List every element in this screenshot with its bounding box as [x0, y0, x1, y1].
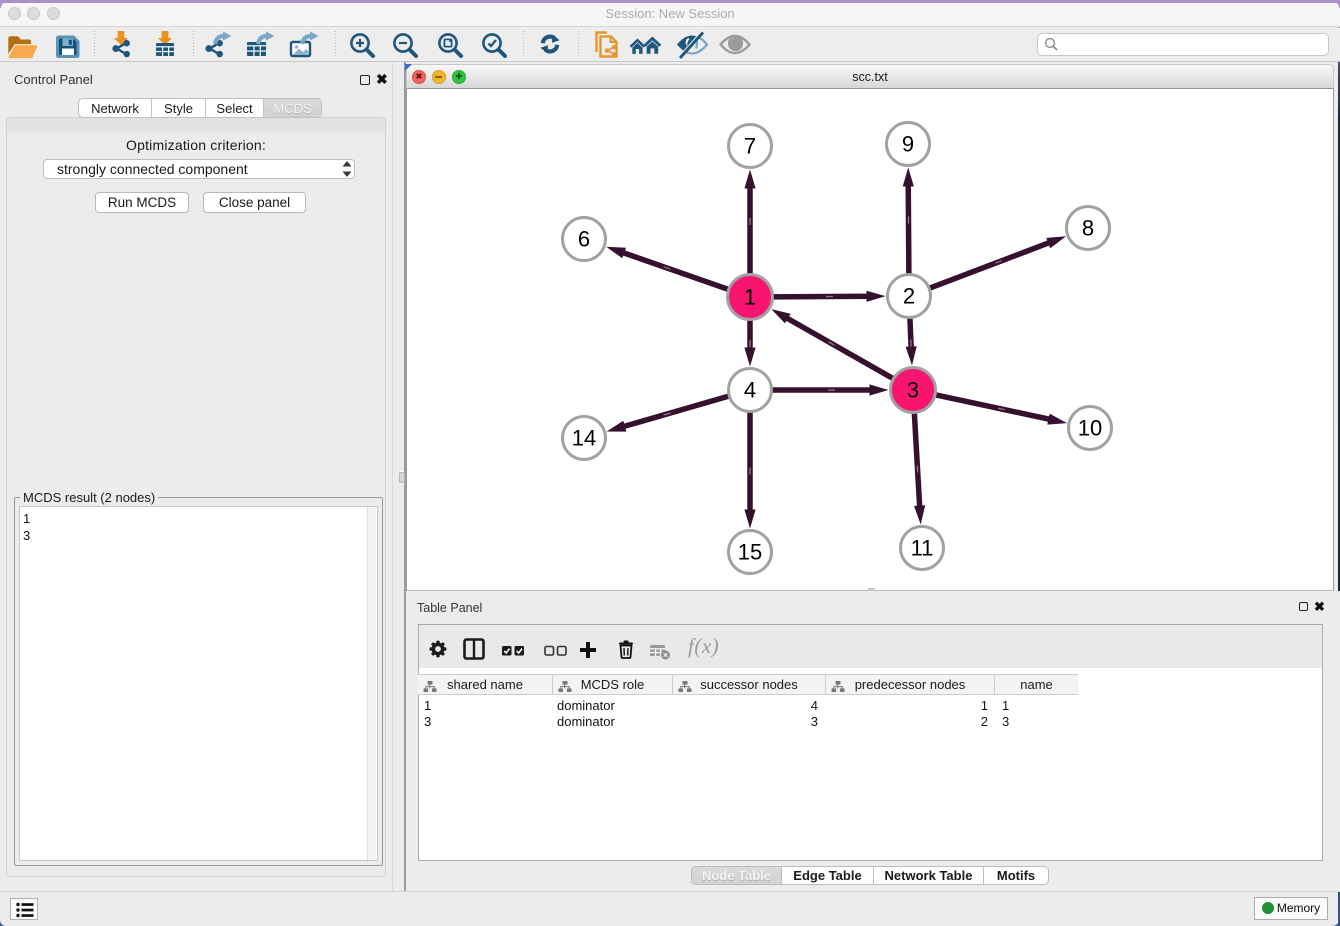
svg-text:9: 9 [902, 132, 914, 157]
svg-text:14: 14 [572, 426, 596, 451]
svg-text:11: 11 [911, 536, 934, 561]
svg-text:10: 10 [1078, 416, 1102, 441]
svg-text:7: 7 [744, 134, 756, 159]
svg-text:15: 15 [738, 540, 762, 565]
svg-text:6: 6 [578, 227, 590, 252]
svg-text:1: 1 [744, 285, 756, 310]
svg-text:8: 8 [1082, 216, 1094, 241]
svg-text:4: 4 [744, 378, 756, 403]
svg-text:2: 2 [903, 284, 915, 309]
svg-text:3: 3 [907, 378, 919, 403]
